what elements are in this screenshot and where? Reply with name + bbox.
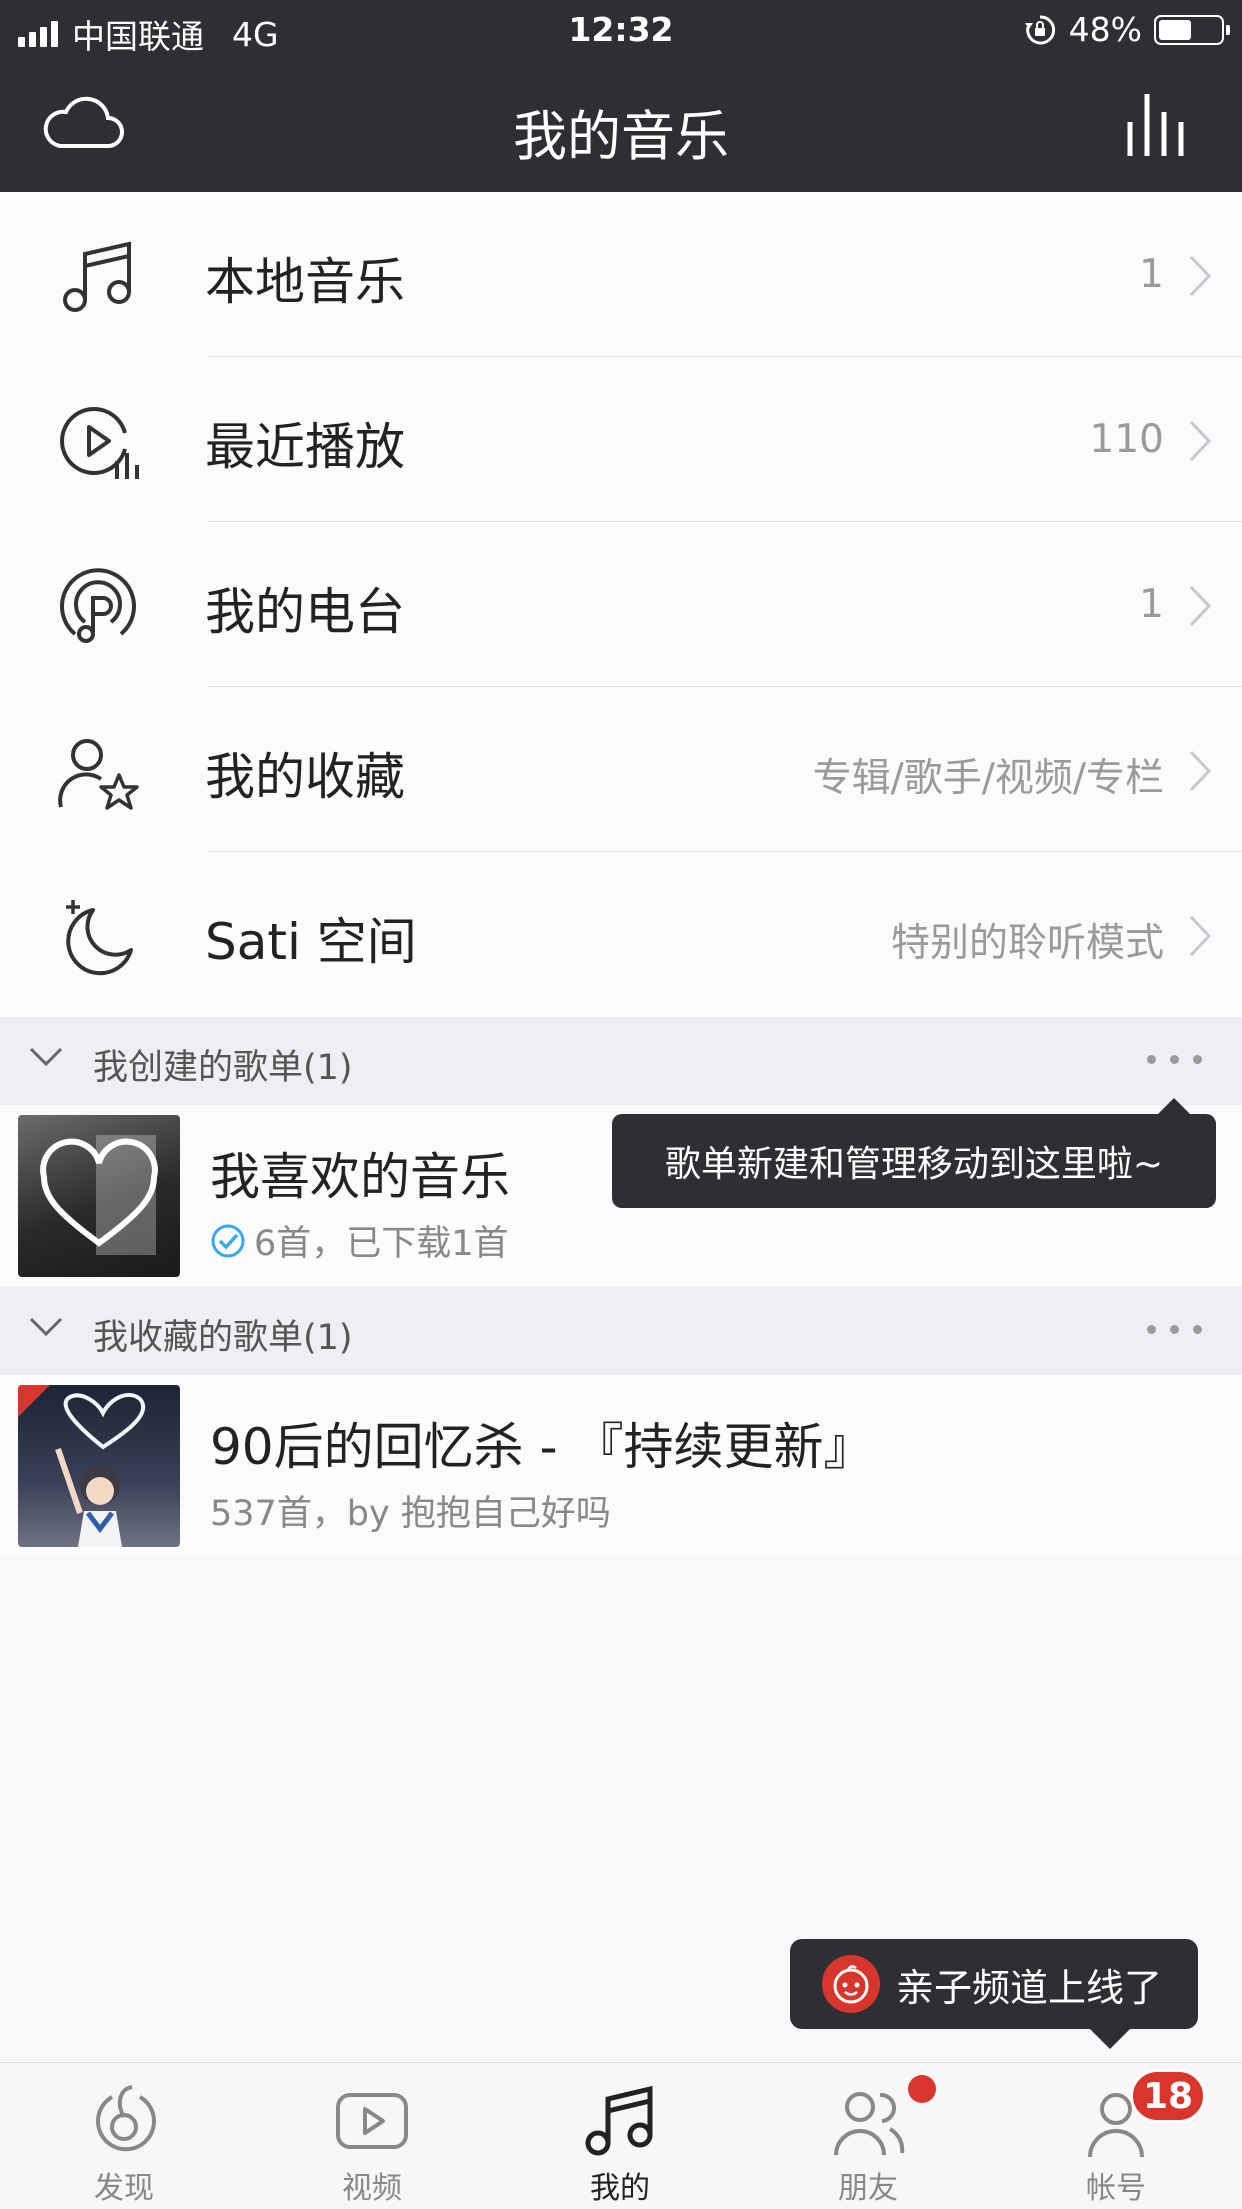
recent-play-icon: [60, 407, 139, 479]
section-title: 我创建的歌单(1): [93, 1048, 353, 1088]
rotation-lock-icon: [1024, 14, 1055, 44]
playlist-cover: [18, 1115, 180, 1277]
menu-label: 我的电台: [205, 583, 405, 641]
notification-badge: 18: [1130, 2069, 1207, 2123]
page-title: 我的音乐: [513, 105, 729, 168]
menu-item-my-radio[interactable]: 我的电台 1: [0, 522, 1242, 687]
menu-item-recent-play[interactable]: 最近播放 110: [0, 357, 1242, 522]
user-star-icon: [58, 739, 139, 810]
status-right: 48%: [1023, 10, 1230, 49]
menu-value: 专辑/歌手/视频/专栏: [812, 756, 1164, 801]
heart-icon: [40, 1135, 158, 1255]
chevron-right-icon: [1189, 750, 1212, 792]
battery-label: 48%: [1068, 10, 1142, 49]
menu-list: 本地音乐 1 最近播放 110 我的电台 1 我的收藏 专辑/歌手/视频/专栏 …: [0, 192, 1242, 1017]
menu-label: 最近播放: [205, 418, 405, 476]
tab-bar: 发现 视频 我的 朋友 18 帐号: [0, 2062, 1242, 2209]
playlist-name: 90后的回忆杀 - 『持续更新』: [210, 1418, 874, 1476]
menu-value: 特别的聆听模式: [890, 921, 1164, 966]
section-header-created[interactable]: 我创建的歌单(1): [0, 1017, 1242, 1105]
tab-label: 朋友: [838, 2171, 898, 2206]
more-icon[interactable]: [1147, 1055, 1202, 1064]
playlist-meta: 537首，by 抱抱自己好吗: [210, 1485, 611, 1536]
kid-face-icon: [822, 1955, 880, 2013]
playlist-cover: [18, 1385, 180, 1547]
playlist-meta-text: 537首，by 抱抱自己好吗: [210, 1494, 611, 1534]
tab-friends[interactable]: 朋友: [744, 2063, 992, 2209]
menu-item-my-favorites[interactable]: 我的收藏 专辑/歌手/视频/专栏: [0, 687, 1242, 852]
menu-label: 我的收藏: [205, 748, 405, 806]
promo-text: 亲子频道上线了: [896, 1965, 1163, 2010]
promo-bubble[interactable]: 亲子频道上线了: [790, 1939, 1198, 2049]
moon-icon: [66, 900, 133, 976]
menu-label: 本地音乐: [205, 253, 405, 311]
menu-item-local-music[interactable]: 本地音乐 1: [0, 192, 1242, 357]
chevron-right-icon: [1189, 420, 1212, 462]
menu-value: 110: [1089, 417, 1164, 462]
more-icon[interactable]: [1147, 1325, 1202, 1334]
menu-label: Sati 空间: [205, 913, 417, 971]
tab-video[interactable]: 视频: [248, 2063, 496, 2209]
chevron-right-icon: [1189, 255, 1212, 297]
menu-value: 1: [1139, 582, 1164, 627]
chevron-down-icon: [29, 1317, 63, 1337]
anime-cover-art: [18, 1385, 146, 1547]
notification-dot: [908, 2075, 936, 2103]
chevron-right-icon: [1189, 585, 1212, 627]
playlist-meta: 6首，已下载1首: [210, 1215, 509, 1266]
friends-icon: [834, 2092, 905, 2156]
chevron-down-icon: [29, 1047, 63, 1067]
playlist-name: 我喜欢的音乐: [210, 1148, 510, 1206]
equalizer-icon[interactable]: [1124, 92, 1194, 158]
tab-label: 发现: [94, 2171, 154, 2206]
tab-discover[interactable]: 发现: [0, 2063, 248, 2209]
menu-item-sati-space[interactable]: Sati 空间 特别的聆听模式: [0, 852, 1242, 1017]
discover-icon: [96, 2085, 156, 2152]
downloaded-check-icon: [211, 1224, 245, 1257]
radio-icon: [60, 568, 136, 643]
section-title: 我收藏的歌单(1): [93, 1318, 353, 1358]
tooltip-playlist-manage[interactable]: 歌单新建和管理移动到这里啦~: [612, 1098, 1216, 1208]
nav-bar: 我的音乐: [0, 62, 1242, 192]
menu-value: 1: [1139, 252, 1164, 297]
tab-label: 我的: [590, 2171, 650, 2206]
music-note-icon: [63, 241, 131, 312]
chevron-right-icon: [1189, 915, 1212, 957]
tab-label: 帐号: [1086, 2171, 1146, 2206]
tab-mine[interactable]: 我的: [496, 2063, 744, 2209]
battery-icon: [1154, 14, 1230, 45]
status-bar: 中国联通 4G 12:32 48%: [0, 0, 1242, 62]
video-icon: [336, 2093, 408, 2149]
tab-account[interactable]: 18 帐号: [992, 2063, 1240, 2209]
playlist-meta-text: 6首，已下载1首: [254, 1224, 509, 1264]
tab-label: 视频: [342, 2171, 402, 2206]
music-note-icon: [585, 2085, 653, 2156]
section-header-collected[interactable]: 我收藏的歌单(1): [0, 1287, 1242, 1375]
playlist-item[interactable]: 90后的回忆杀 - 『持续更新』 537首，by 抱抱自己好吗: [0, 1375, 1242, 1555]
